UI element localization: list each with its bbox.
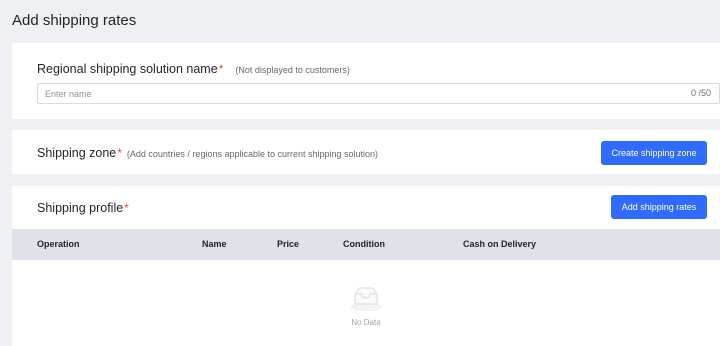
column-header-price: Price bbox=[277, 239, 300, 249]
empty-state: No Data bbox=[12, 286, 720, 327]
solution-name-label-row: Regional shipping solution name * (Not d… bbox=[37, 62, 350, 76]
required-mark: * bbox=[124, 201, 129, 215]
column-header-cash-on-delivery: Cash on Delivery bbox=[463, 239, 537, 249]
shipping-zone-label-row: Shipping zone * (Add countries / regions… bbox=[37, 146, 378, 160]
solution-name-field[interactable]: 0 /50 bbox=[37, 83, 720, 104]
table-header: Operation Name Price Condition Cash on D… bbox=[12, 229, 720, 260]
inbox-icon bbox=[350, 287, 382, 311]
solution-name-section: Regional shipping solution name * (Not d… bbox=[12, 43, 720, 119]
column-header-condition: Condition bbox=[343, 239, 385, 249]
add-shipping-rates-button[interactable]: Add shipping rates bbox=[611, 195, 707, 219]
shipping-profile-label-row: Shipping profile * bbox=[37, 201, 129, 215]
solution-name-hint: (Not displayed to customers) bbox=[235, 65, 350, 75]
solution-name-input[interactable] bbox=[38, 84, 658, 103]
page-title: Add shipping rates bbox=[12, 12, 137, 29]
shipping-profile-label: Shipping profile bbox=[37, 201, 124, 215]
solution-name-label: Regional shipping solution name bbox=[37, 62, 218, 76]
column-header-name: Name bbox=[202, 239, 227, 249]
char-counter: 0 /50 bbox=[690, 88, 711, 98]
shipping-zone-label: Shipping zone bbox=[37, 146, 117, 160]
required-mark: * bbox=[117, 146, 122, 160]
empty-state-text: No Data bbox=[351, 318, 381, 327]
shipping-zone-section: Shipping zone * (Add countries / regions… bbox=[12, 130, 720, 174]
column-header-operation: Operation bbox=[37, 239, 80, 249]
shipping-zone-hint: (Add countries / regions applicable to c… bbox=[126, 149, 379, 159]
required-mark: * bbox=[218, 62, 224, 76]
create-shipping-zone-button[interactable]: Create shipping zone bbox=[601, 141, 707, 165]
shipping-profile-section: Shipping profile * Add shipping rates Op… bbox=[12, 186, 720, 346]
